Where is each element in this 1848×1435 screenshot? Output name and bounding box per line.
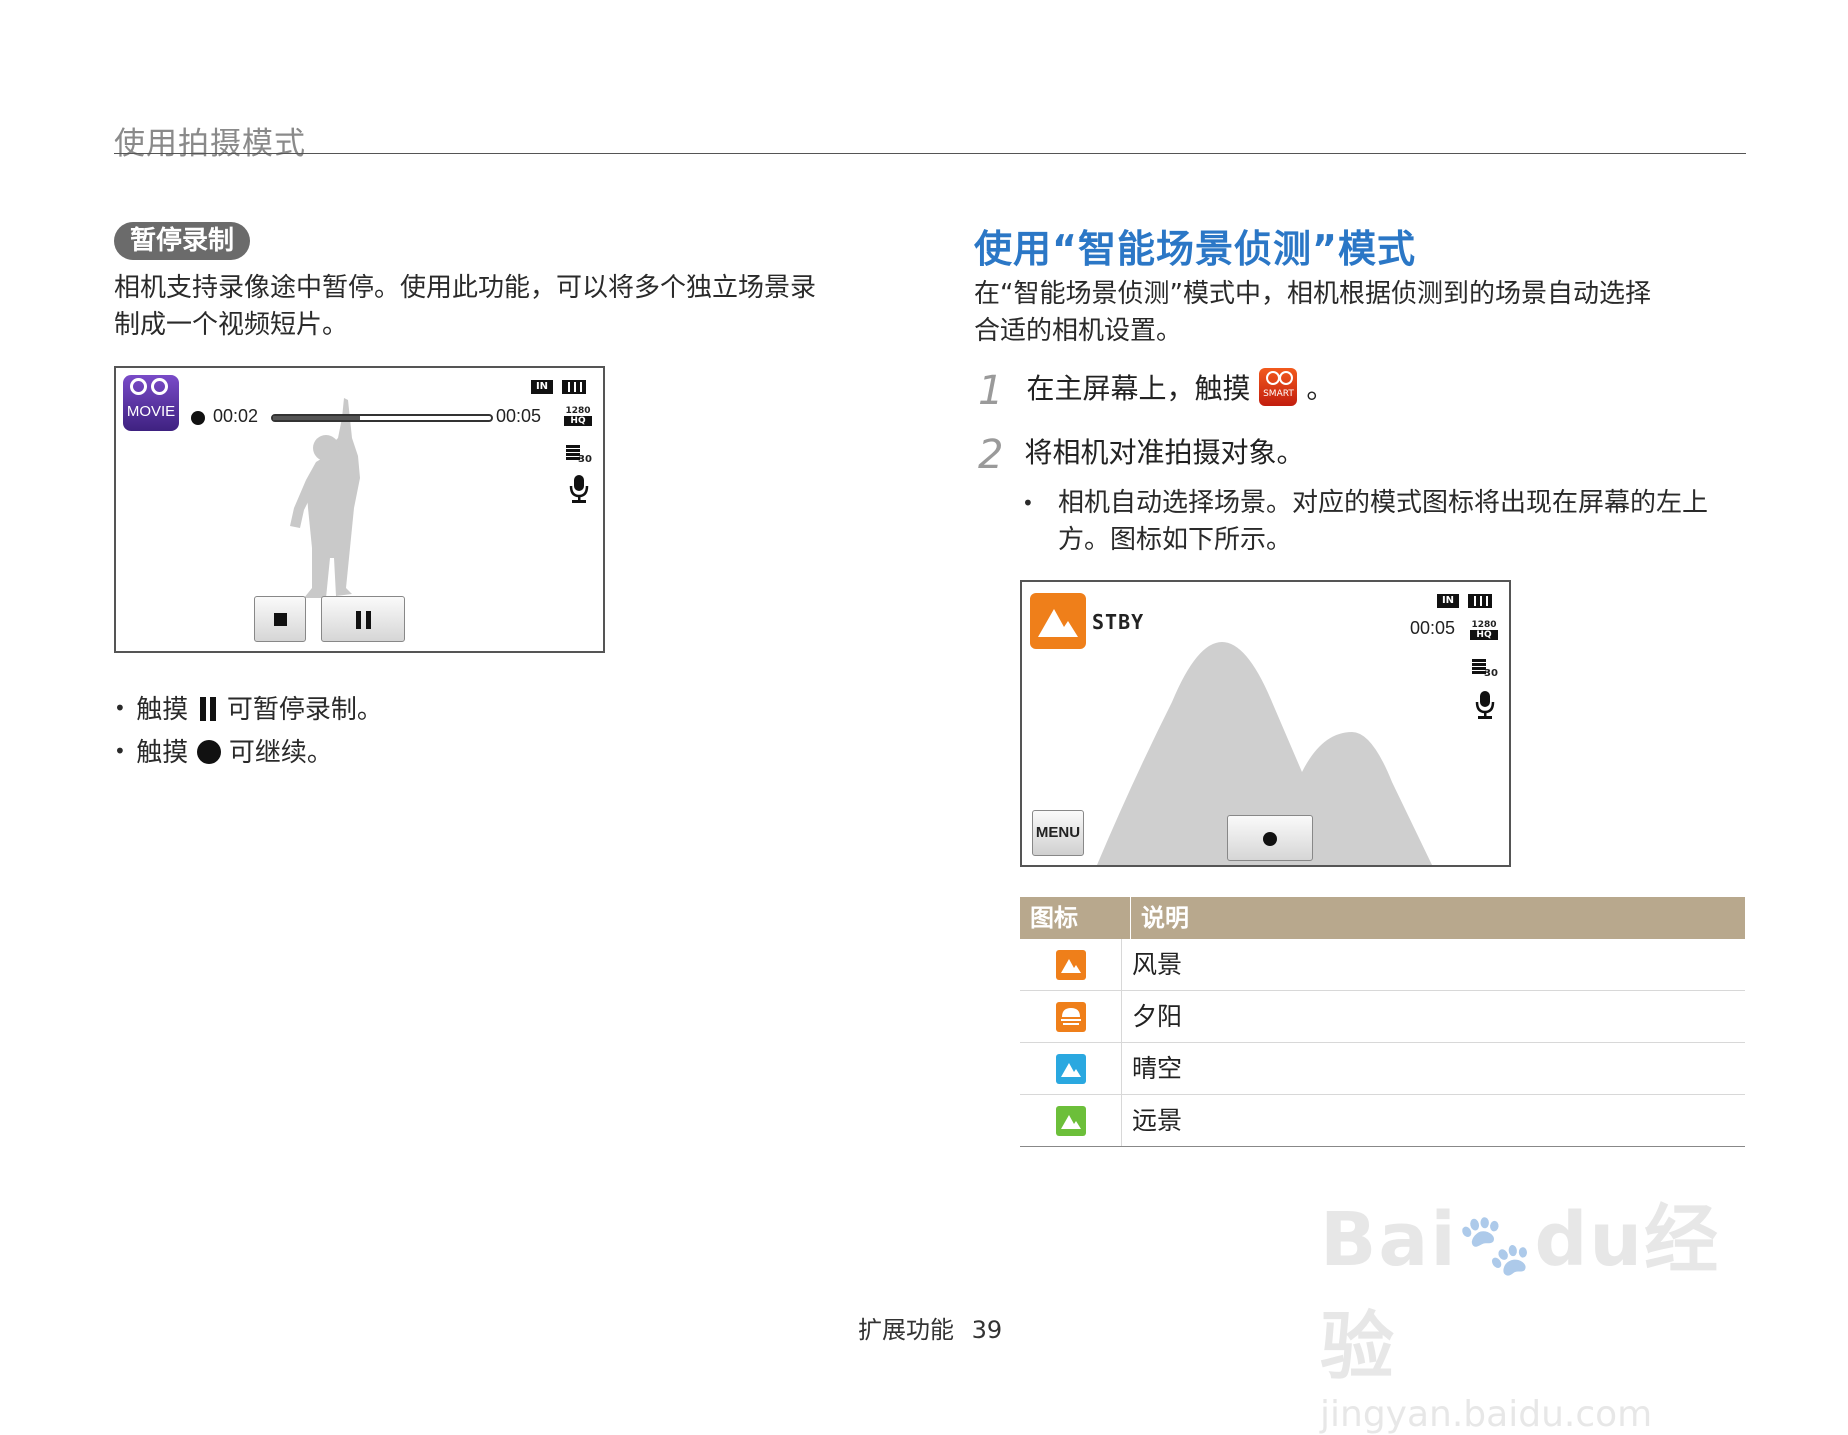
recording-progress-fill: [273, 416, 361, 420]
stop-icon: [274, 613, 287, 626]
step-1: 1 在主屏幕上，触摸 SMART 。: [978, 368, 1334, 414]
standby-status: STBY: [1092, 610, 1145, 634]
header-divider: [114, 153, 1746, 154]
frame-rate-icon: 30: [566, 444, 592, 466]
pause-icon-bar-left: [356, 611, 361, 629]
header-icon: 图标: [1020, 897, 1131, 939]
sub-bullet-line1: 相机自动选择场景。对应的模式图标将出现在屏幕的左上: [1058, 488, 1709, 518]
page-number: 39: [971, 1316, 1003, 1344]
bullet-resume: • 触摸 可继续。: [114, 733, 333, 771]
bullet-resume-suffix: 可继续。: [228, 738, 333, 768]
sub-bullet-line2: 方。图标如下所示。: [1058, 525, 1293, 555]
total-time: 00:05: [496, 406, 542, 426]
quality-value: HQ: [1470, 630, 1498, 640]
smart-mode-icon[interactable]: SMART: [1259, 368, 1298, 406]
child-silhouette-icon: [290, 398, 360, 598]
recording-progress-bar: [271, 414, 493, 422]
landscape-icon: [1055, 949, 1086, 980]
pause-inline-icon: [197, 697, 219, 721]
resolution-icon: 1280 HQ: [1470, 620, 1498, 640]
watermark-brand: Bai: [1320, 1197, 1458, 1283]
sunset-icon: [1055, 1001, 1086, 1032]
frame-rate-icon: 30: [1472, 658, 1498, 680]
step-2-sub-bullet: • 相机自动选择场景。对应的模式图标将出现在屏幕的左上 方。图标如下所示。: [1022, 485, 1708, 559]
recording-dot-icon: [191, 411, 205, 425]
record-inline-icon: [196, 740, 221, 764]
watermark-logo: Bai🐾du经验: [1320, 1180, 1750, 1394]
landscape-scene-icon: [1030, 593, 1086, 649]
step-2: 2 将相机对准拍摄对象。: [978, 432, 1305, 478]
bullet-resume-prefix: 触摸: [136, 738, 189, 768]
bullet-dot: •: [1022, 491, 1034, 515]
table-header: 图标 说明: [1020, 897, 1745, 939]
resolution-icon: 1280 HQ: [564, 406, 592, 426]
fps-value: 30: [1484, 668, 1498, 679]
left-intro-line2: 制成一个视频短片。: [114, 310, 349, 340]
paw-icon: 🐾: [1457, 1210, 1535, 1280]
reel-left-icon: [130, 378, 147, 395]
battery-icon: [1468, 594, 1492, 608]
stop-button[interactable]: [254, 596, 306, 642]
left-intro: 相机支持录像途中暂停。使用此功能，可以将多个独立场景录 制成一个视频短片。: [114, 270, 884, 344]
step-2-text: 将相机对准拍摄对象。: [1024, 436, 1305, 469]
internal-memory-icon: IN: [1437, 594, 1459, 608]
table-row: 风景: [1020, 939, 1745, 991]
microphone-icon: [569, 475, 589, 503]
row-label: 远景: [1132, 1106, 1183, 1135]
remaining-time: 00:05: [1410, 618, 1456, 638]
page-header-title: 使用拍摄模式: [114, 126, 306, 162]
step-1-number: 1: [978, 368, 1004, 414]
battery-icon: [562, 380, 586, 394]
menu-button[interactable]: MENU: [1032, 810, 1084, 856]
microphone-icon: [1475, 691, 1495, 719]
step-1-text: 在主屏幕上，触摸 SMART 。: [1026, 368, 1335, 406]
scene-icon-table: 图标 说明 风景 夕阳 晴空 远景: [1020, 897, 1745, 1147]
elapsed-time: 00:02: [213, 406, 259, 426]
resolution-value: 1280: [565, 406, 591, 416]
pause-button[interactable]: [321, 596, 405, 642]
bullet-pause-suffix: 可暂停录制。: [226, 695, 383, 725]
section-label-pause: 暂停录制: [114, 222, 251, 260]
watermark-url: jingyan.baidu.com: [1320, 1394, 1653, 1435]
resolution-value: 1280: [1471, 620, 1497, 630]
distant-view-icon: [1055, 1105, 1086, 1136]
table-row: 远景: [1020, 1095, 1745, 1147]
quality-value: HQ: [564, 416, 592, 426]
bullet-pause: • 触摸 可暂停录制。: [114, 690, 383, 728]
right-intro-line2: 合适的相机设置。: [974, 316, 1183, 346]
recording-screen: MOVIE 00:02 00:05 IN 1280 HQ 30: [114, 366, 605, 653]
pause-icon-bar-right: [366, 611, 371, 629]
smart-scene-title: 使用“智能场景侦测”模式: [974, 227, 1416, 271]
clear-sky-icon: [1055, 1053, 1086, 1084]
internal-memory-icon: IN: [531, 380, 553, 394]
right-intro: 在“智能场景侦测”模式中，相机根据侦测到的场景自动选择 合适的相机设置。: [974, 276, 1744, 350]
row-label: 晴空: [1132, 1054, 1183, 1083]
smart-scene-screen: STBY 00:05 IN 1280 HQ 30 MENU: [1020, 580, 1511, 867]
step-1-text-before: 在主屏幕上，触摸: [1026, 372, 1251, 405]
bullet-dot: •: [114, 696, 126, 720]
row-label: 夕阳: [1132, 1002, 1183, 1031]
table-row: 夕阳: [1020, 991, 1745, 1043]
footer-section: 扩展功能: [858, 1316, 954, 1344]
fps-value: 30: [578, 454, 592, 465]
record-button[interactable]: [1227, 815, 1313, 861]
movie-mode-label: MOVIE: [126, 403, 176, 420]
header-description: 说明: [1141, 904, 1189, 932]
right-intro-line1: 在“智能场景侦测”模式中，相机根据侦测到的场景自动选择: [974, 279, 1651, 309]
movie-mode-icon: MOVIE: [123, 375, 179, 431]
step-2-number: 2: [978, 432, 1004, 478]
bullet-pause-prefix: 触摸: [136, 695, 189, 725]
smart-mode-label: SMART: [1263, 389, 1294, 399]
table-row: 晴空: [1020, 1043, 1745, 1095]
record-icon: [1263, 832, 1277, 846]
baidu-watermark: Bai🐾du经验 jingyan.baidu.com: [1320, 1180, 1750, 1435]
row-label: 风景: [1132, 950, 1183, 979]
reel-right-icon: [151, 378, 168, 395]
page-footer: 扩展功能 39: [858, 1310, 1002, 1345]
left-intro-line1: 相机支持录像途中暂停。使用此功能，可以将多个独立场景录: [114, 273, 817, 303]
bullet-dot: •: [114, 739, 126, 763]
watermark-brand2: du: [1534, 1197, 1645, 1283]
step-1-text-after: 。: [1306, 372, 1335, 405]
